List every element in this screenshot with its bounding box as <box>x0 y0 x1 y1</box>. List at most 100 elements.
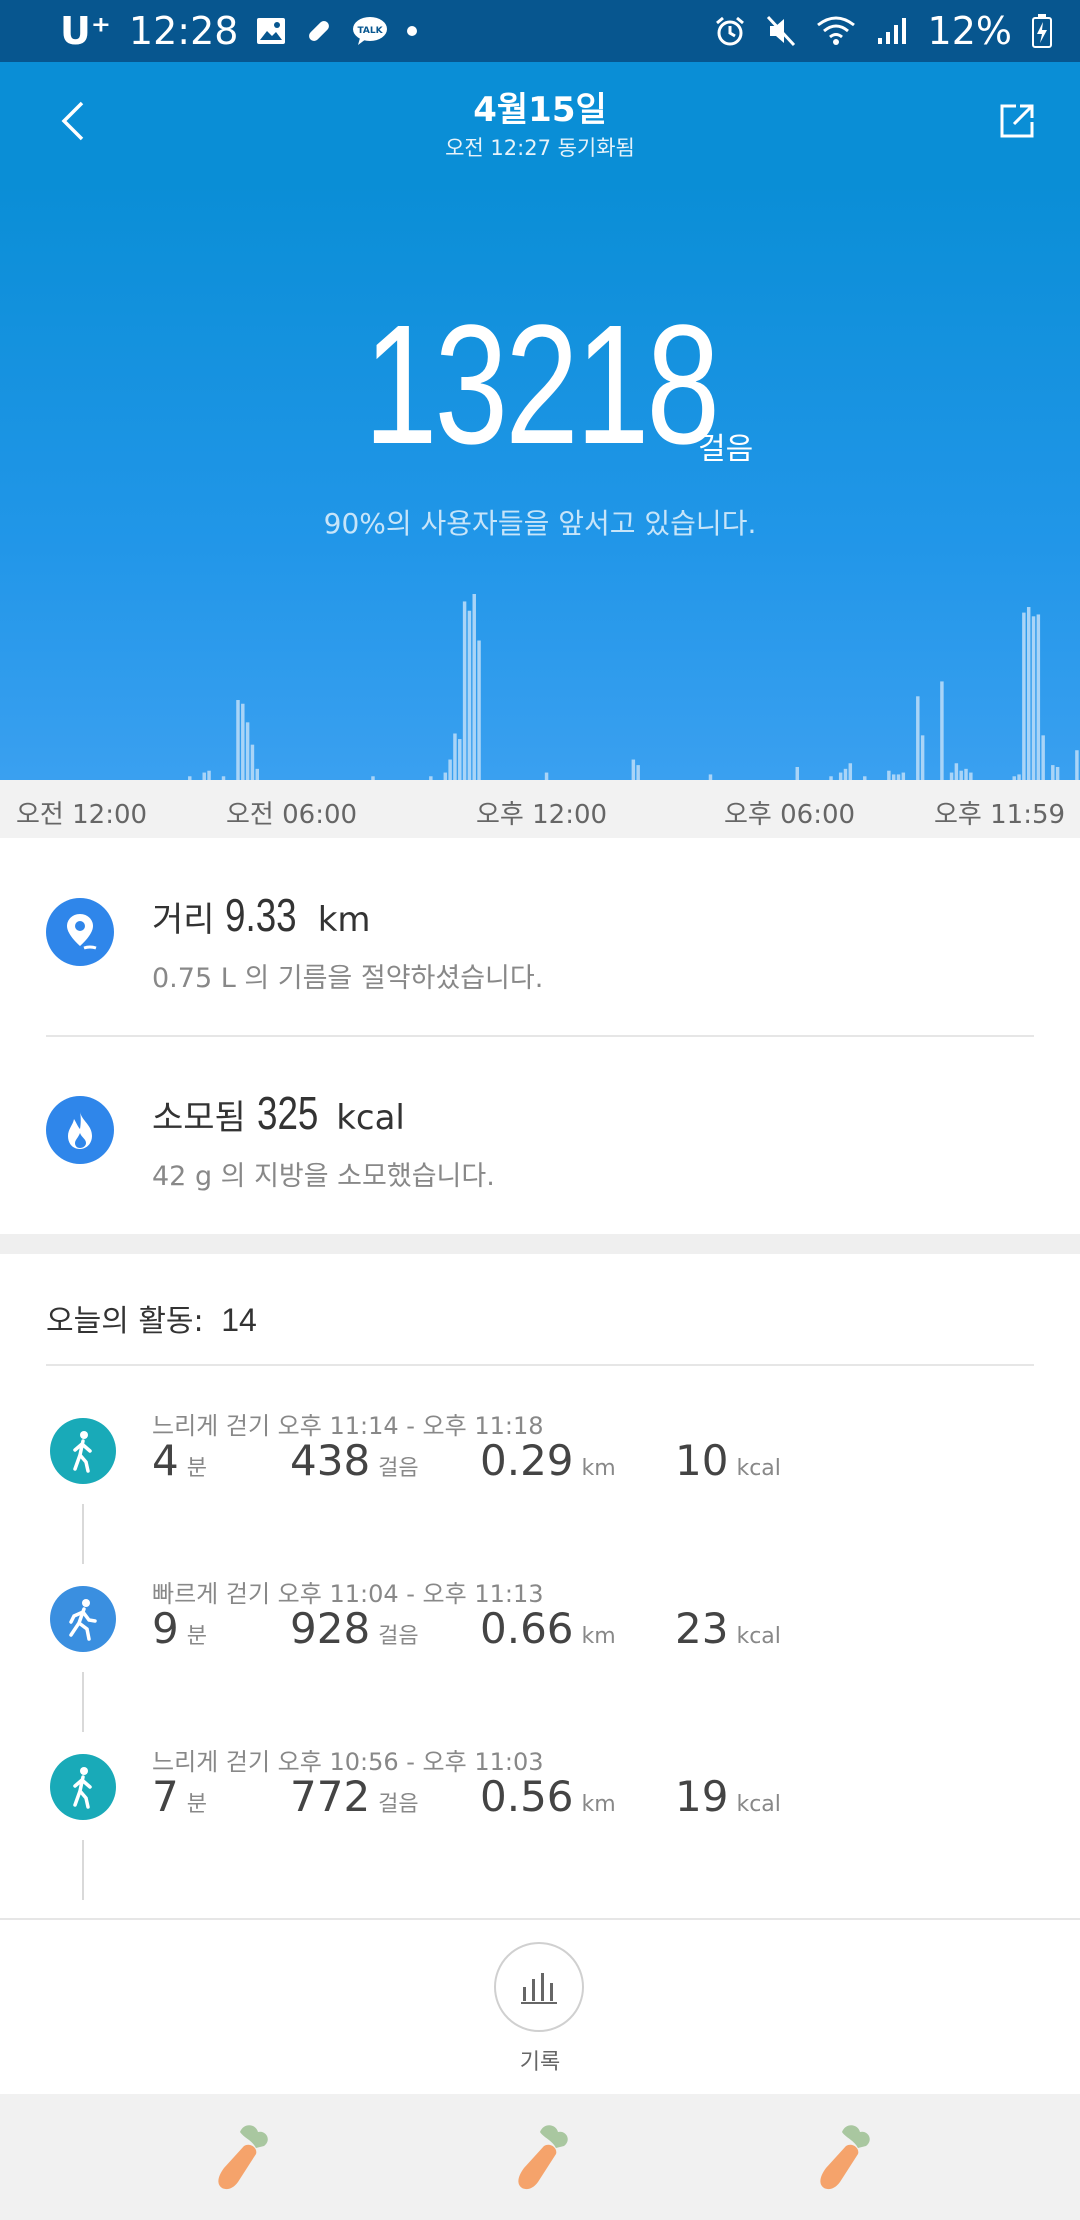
clock: 12:28 <box>128 9 239 53</box>
histogram-bar <box>954 763 959 780</box>
wifi-icon <box>816 15 856 47</box>
share-button[interactable] <box>994 98 1040 144</box>
section-gap <box>0 1234 1080 1254</box>
walking-icon <box>50 1754 116 1820</box>
time-tick: 오후 11:59 <box>934 800 1066 830</box>
time-tick: 오후 12:00 <box>476 800 608 830</box>
histogram-bar <box>795 766 800 780</box>
carrot-icon[interactable] <box>802 2118 882 2198</box>
calories-unit: kcal <box>336 1098 405 1138</box>
fat-burned-text: 42 g 의 지방을 소모했습니다. <box>152 1161 495 1192</box>
activities-header: 오늘의 활동: 14 <box>46 1296 257 1340</box>
flame-icon <box>46 1096 114 1164</box>
steps-unit: 걸음 <box>698 432 754 467</box>
steps-hero: 13218 걸음 90%의 사용자들을 앞서고 있습니다. <box>0 180 1080 780</box>
histogram-bar <box>1075 750 1079 780</box>
histogram-bar <box>236 700 240 780</box>
activity-item[interactable]: 느리게 걷기 오후 10:56 - 오후 11:03 7분 772 걸음 0.56… <box>0 1748 1080 1922</box>
histogram-bar <box>969 772 973 780</box>
histogram-bar <box>477 640 481 780</box>
activity-distance: 0.56 <box>480 1772 574 1821</box>
image-icon <box>256 17 286 45</box>
page-title: 4월15일 <box>473 90 607 130</box>
histogram-bar <box>959 770 963 780</box>
activities-count: 14 <box>221 1302 257 1338</box>
activity-minutes: 7 <box>152 1772 179 1821</box>
histogram-bar <box>843 768 848 780</box>
calories-summary[interactable]: 소모됨 325 kcal 42 g 의 지방을 소모했습니다. <box>0 1036 1080 1226</box>
histogram-bar <box>887 770 891 780</box>
activity-kcal: 10 <box>675 1436 729 1485</box>
distance-unit: km <box>317 900 371 940</box>
activity-minutes: 4 <box>152 1436 179 1485</box>
carrot-icon[interactable] <box>200 2118 280 2198</box>
walking-icon <box>50 1418 116 1484</box>
histogram-bar <box>453 733 457 780</box>
histogram-bar <box>467 610 472 780</box>
steps-histogram <box>188 594 1079 780</box>
histogram-bar <box>949 772 954 780</box>
activity-steps: 928 <box>290 1604 371 1653</box>
steps-unit: 걸음 <box>378 1624 419 1649</box>
battery-icon <box>1032 14 1052 48</box>
record-button[interactable] <box>494 1942 584 2032</box>
activity-distance: 0.29 <box>480 1436 574 1485</box>
sync-status: 오전 12:27 동기화됨 <box>445 136 635 160</box>
carrot-icon[interactable] <box>500 2118 580 2198</box>
distance-value: 9.33 <box>225 889 297 941</box>
app-header: 4월15일 오전 12:27 동기화됨 <box>0 62 1080 180</box>
pill-icon <box>304 16 334 46</box>
distance-unit: km <box>581 1456 616 1481</box>
kcal-unit: kcal <box>736 1624 781 1649</box>
minutes-unit: 분 <box>186 1624 207 1649</box>
steps-unit: 걸음 <box>378 1456 419 1481</box>
histogram-bar <box>1041 735 1045 780</box>
distance-summary[interactable]: 거리 9.33 km 0.75 L 의 기름을 절약하셨습니다. <box>0 838 1080 1028</box>
histogram-bar <box>848 763 853 780</box>
fast-walking-icon <box>50 1586 116 1652</box>
steps-count: 13218 <box>363 290 719 480</box>
carrier-label: U⁺ <box>60 9 111 53</box>
histogram-bar <box>1031 616 1036 780</box>
bar-chart-icon <box>521 1973 557 2004</box>
status-bar: U⁺ 12:28 TALK 12% <box>0 0 1080 62</box>
timeline-connector <box>82 1840 84 1900</box>
timeline-connector <box>82 1504 84 1564</box>
histogram-bar <box>443 772 448 780</box>
record-label: 기록 <box>519 2050 561 2075</box>
histogram-bar <box>544 772 549 780</box>
signal-icon <box>876 16 908 46</box>
activity-kcal: 19 <box>675 1772 729 1821</box>
bottom-nav <box>0 2094 1080 2220</box>
histogram-bar <box>207 770 211 780</box>
histogram-bar <box>1051 765 1055 780</box>
location-pin-icon <box>46 898 114 966</box>
histogram-bar <box>838 772 843 780</box>
activities-header-label: 오늘의 활동: <box>46 1304 204 1339</box>
histogram-bar <box>916 696 920 780</box>
time-tick: 오후 06:00 <box>724 800 856 830</box>
rank-text: 90%의 사용자들을 앞서고 있습니다. <box>323 507 757 540</box>
histogram-bar <box>1022 612 1026 780</box>
histogram-bar <box>940 681 944 780</box>
fuel-saved-text: 0.75 L 의 기름을 절약하셨습니다. <box>152 963 544 994</box>
activity-item[interactable]: 빠르게 걷기 오후 11:04 - 오후 11:13 9분 928 걸음 0.66… <box>0 1580 1080 1754</box>
activity-steps: 438 <box>290 1436 371 1485</box>
dot-icon <box>406 25 418 37</box>
histogram-bar <box>255 768 260 780</box>
histogram-bar <box>472 594 476 780</box>
steps-unit: 걸음 <box>378 1792 419 1817</box>
divider <box>46 1364 1034 1366</box>
activity-kcal: 23 <box>675 1604 729 1653</box>
activity-distance: 0.66 <box>480 1604 574 1653</box>
kcal-unit: kcal <box>736 1456 781 1481</box>
divider <box>0 1918 1080 1920</box>
histogram-bar <box>245 722 250 780</box>
activity-item[interactable]: 느리게 걷기 오후 11:14 - 오후 11:18 4분 438 걸음 0.29… <box>0 1412 1080 1586</box>
distance-unit: km <box>581 1792 616 1817</box>
histogram-bar <box>448 759 452 780</box>
histogram-bar <box>462 601 467 780</box>
histogram-bar <box>631 759 636 780</box>
histogram-bar <box>636 765 640 780</box>
histogram-bar <box>458 739 462 780</box>
